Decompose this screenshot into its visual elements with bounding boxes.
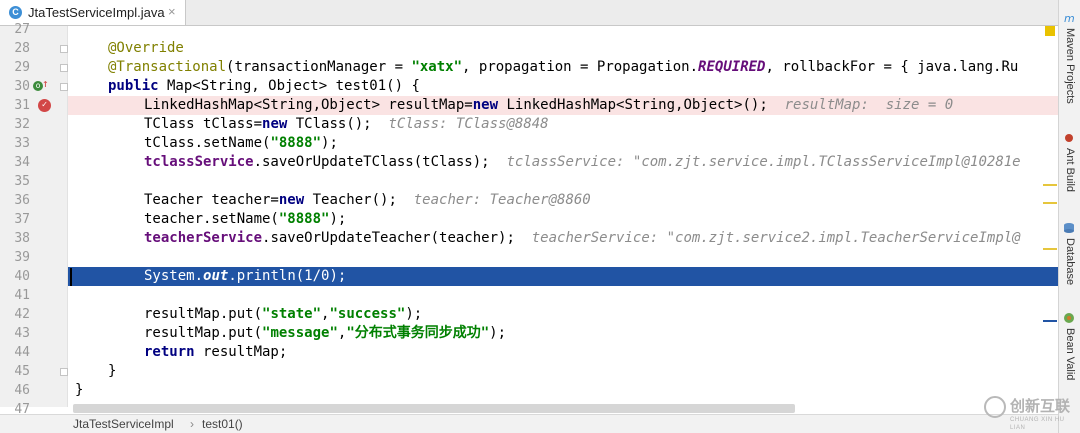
line-number: 30 [14, 79, 30, 94]
line-number: 37 [14, 212, 30, 227]
code-editor[interactable]: @Override @Transactional(transactionMana… [68, 26, 1058, 407]
maven-projects-tool-button[interactable]: Maven Projects [1061, 28, 1079, 104]
code-text: tclassService.saveOrUpdateTClass(tClass)… [144, 154, 1021, 170]
fold-marker[interactable] [60, 64, 68, 72]
code-text: return resultMap; [144, 344, 288, 360]
code-text: System.out.println(1/0); [144, 268, 347, 284]
annotation-override: @Override [108, 40, 184, 56]
fold-marker[interactable] [60, 45, 68, 53]
breadcrumb-class[interactable]: JtaTestServiceImpl [73, 415, 174, 433]
code-line-36: Teacher teacher=new Teacher(); teacher: … [68, 191, 1058, 210]
stripe-mark[interactable] [1043, 320, 1057, 322]
code-line-31-breakpoint: LinkedHashMap<String,Object> resultMap=n… [68, 96, 1058, 115]
code-text: teacherService.saveOrUpdateTeacher(teach… [144, 230, 1021, 246]
code-line-29: @Transactional(transactionManager = "xat… [68, 58, 1058, 77]
code-line-38: teacherService.saveOrUpdateTeacher(teach… [68, 229, 1058, 248]
tab-label: JtaTestServiceImpl.java [28, 5, 165, 20]
code-text: } [108, 363, 117, 379]
warning-indicator-icon[interactable] [1045, 26, 1055, 36]
code-line-44: return resultMap; [68, 343, 1058, 362]
java-class-icon: C [9, 6, 22, 19]
code-text: resultMap.put("state","success"); [144, 306, 423, 322]
code-text: public Map<String, Object> test01() { [108, 78, 420, 94]
code-line-42: resultMap.put("state","success"); [68, 305, 1058, 324]
bean-validation-tool-button[interactable]: Bean Valid [1061, 328, 1079, 380]
code-text: resultMap.put("message","分布式事务同步成功"); [144, 325, 507, 341]
line-number: 41 [14, 288, 30, 303]
code-line-30: public Map<String, Object> test01() { [68, 77, 1058, 96]
line-number: 43 [14, 326, 30, 341]
line-number: 39 [14, 250, 30, 265]
error-stripe[interactable] [1040, 26, 1058, 407]
ant-icon [1065, 134, 1073, 142]
arrow-up-icon: ↑ [42, 77, 49, 90]
inline-debug-value: teacher: Teacher@8860 [413, 192, 591, 208]
line-number: 32 [14, 117, 30, 132]
inline-debug-value: tclassService: "com.zjt.service.impl.TCl… [506, 154, 1021, 170]
line-number: 34 [14, 155, 30, 170]
line-number: 42 [14, 307, 30, 322]
stripe-mark[interactable] [1043, 248, 1057, 250]
breadcrumb-separator: › [190, 417, 194, 431]
line-number: 35 [14, 174, 30, 189]
code-text: tClass.setName("8888"); [144, 135, 338, 151]
horizontal-scrollbar[interactable] [73, 404, 795, 413]
fold-marker[interactable] [60, 368, 68, 376]
breakpoint-icon[interactable]: ✓ [38, 99, 51, 112]
stripe-mark[interactable] [1043, 202, 1057, 204]
watermark-subtext: CHUANG XIN HU LIAN [1010, 417, 1065, 431]
svg-text:m: m [1064, 12, 1075, 24]
editor-tab-bar: C JtaTestServiceImpl.java × [0, 0, 1058, 26]
line-number: 46 [14, 383, 30, 398]
close-icon[interactable]: × [168, 4, 176, 19]
watermark-logo: 创新互联 CHUANG XIN HU LIAN [980, 392, 1080, 431]
inline-debug-value: tClass: TClass@8848 [388, 116, 549, 132]
code-line-45: } [68, 362, 1058, 381]
inline-debug-value: resultMap: size = 0 [784, 97, 954, 113]
watermark-text: 创新互联 [1010, 397, 1071, 415]
line-number: 45 [14, 364, 30, 379]
breadcrumb: JtaTestServiceImpl › test01() [0, 414, 1058, 433]
code-text: teacher.setName("8888"); [144, 211, 347, 227]
code-line-37: teacher.setName("8888"); [68, 210, 1058, 229]
line-number: 29 [14, 60, 30, 75]
database-icon [1064, 223, 1074, 233]
line-number: 40 [14, 269, 30, 284]
stripe-mark[interactable] [1043, 184, 1057, 186]
line-number: 33 [14, 136, 30, 151]
line-number: 38 [14, 231, 30, 246]
line-number: 44 [14, 345, 30, 360]
right-tool-window-bar: m Maven Projects Ant Build Database Bean… [1058, 0, 1080, 433]
bean-validation-icon [1064, 313, 1074, 323]
line-number: 28 [14, 41, 30, 56]
code-line-28: @Override [68, 39, 1058, 58]
watermark-icon [984, 396, 1006, 418]
text-caret [70, 268, 72, 286]
fold-marker[interactable] [60, 83, 68, 91]
code-line-43: resultMap.put("message","分布式事务同步成功"); [68, 324, 1058, 343]
code-line-34: tclassService.saveOrUpdateTClass(tClass)… [68, 153, 1058, 172]
code-line-33: tClass.setName("8888"); [68, 134, 1058, 153]
breadcrumb-method[interactable]: test01() [202, 415, 243, 433]
code-text: TClass tClass=new TClass(); tClass: TCla… [144, 116, 549, 132]
maven-icon: m [1064, 12, 1075, 24]
database-tool-button[interactable]: Database [1061, 238, 1079, 285]
line-number-gutter[interactable]: 27 28 29 30 31 32 33 34 35 36 37 38 39 4… [0, 22, 68, 417]
code-text: } [75, 382, 84, 398]
line-number: 31 [14, 98, 30, 113]
code-line-32: TClass tClass=new TClass(); tClass: TCla… [68, 115, 1058, 134]
inline-debug-value: teacherService: "com.zjt.service2.impl.T… [531, 230, 1021, 246]
code-text: @Transactional(transactionManager = "xat… [108, 59, 1019, 75]
line-number: 27 [14, 22, 30, 37]
code-text: LinkedHashMap<String,Object> resultMap=n… [144, 97, 954, 113]
ant-build-tool-button[interactable]: Ant Build [1061, 148, 1079, 192]
code-line-40-execution-point: System.out.println(1/0); [68, 267, 1058, 286]
line-number: 36 [14, 193, 30, 208]
code-line-46: } [68, 381, 1058, 400]
code-text: Teacher teacher=new Teacher(); teacher: … [144, 192, 591, 208]
